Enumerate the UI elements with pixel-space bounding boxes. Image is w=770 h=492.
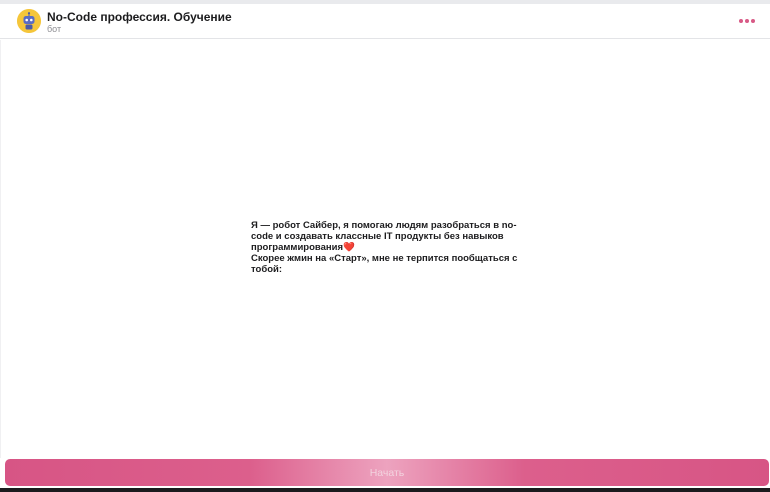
chat-title: No-Code профессия. Обучение: [47, 10, 232, 24]
bottom-strip: [0, 488, 770, 492]
bot-message: Я — робот Сайбер, я помогаю людям разобр…: [251, 220, 533, 275]
menu-dot: [751, 19, 755, 23]
message-text: Я — робот Сайбер, я помогаю людям разобр…: [251, 220, 533, 253]
heart-emoji: ❤️: [343, 242, 355, 253]
chat-window: No-Code профессия. Обучение бот Я — робо…: [0, 0, 770, 492]
chat-subtitle: бот: [47, 24, 62, 34]
start-button[interactable]: Начать: [5, 459, 769, 486]
menu-dot: [739, 19, 743, 23]
more-dots-icon[interactable]: [739, 15, 755, 27]
message-line-2: Скорее жмин на «Старт», мне не терпится …: [251, 253, 518, 275]
left-edge-divider: [0, 40, 1, 458]
robot-icon[interactable]: [17, 9, 41, 33]
menu-dot: [745, 19, 749, 23]
message-line-1: Я — робот Сайбер, я помогаю людям разобр…: [251, 220, 517, 253]
chat-header: No-Code профессия. Обучение бот: [0, 4, 770, 39]
